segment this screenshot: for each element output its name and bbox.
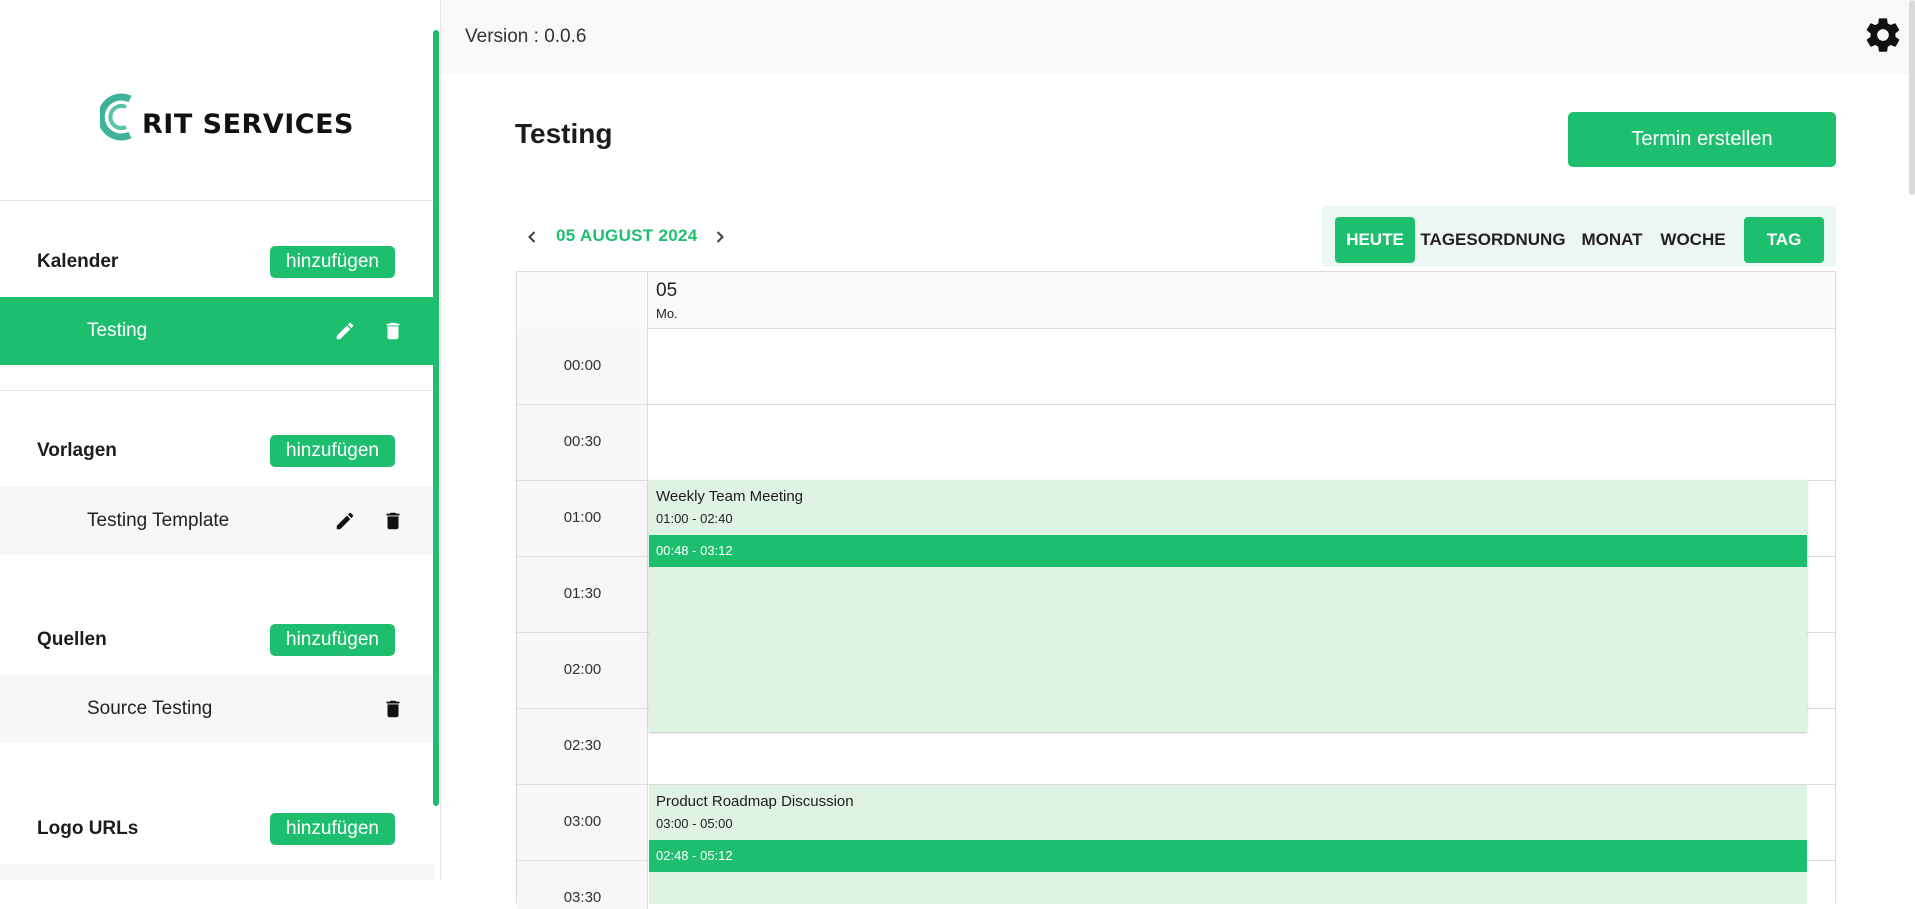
- view-monat-button[interactable]: MONAT: [1572, 217, 1652, 263]
- logo-text: RIT SERVICES: [142, 108, 354, 140]
- view-woche-button[interactable]: WOCHE: [1655, 217, 1731, 263]
- top-bar: [441, 0, 1915, 74]
- view-tag-button[interactable]: TAG: [1744, 217, 1824, 263]
- sidebar-border: [440, 0, 441, 880]
- page-title: Testing: [515, 118, 613, 149]
- add-template-button[interactable]: hinzufügen: [270, 435, 395, 467]
- view-heute-button[interactable]: HEUTE: [1335, 217, 1415, 263]
- event-title: Weekly Team Meeting: [656, 488, 804, 505]
- sidebar-item-label: Testing Template: [87, 510, 230, 531]
- section-kalender: Kalender hinzufügen: [0, 242, 434, 282]
- time-label: 00:00: [563, 357, 602, 374]
- day-header: 05 Mo.: [517, 272, 1835, 329]
- time-label: 03:30: [563, 889, 602, 906]
- current-date-label: 05 AUGUST 2024: [556, 226, 698, 245]
- sidebar-item-partial: [0, 864, 434, 880]
- event-time: 01:00 - 02:40: [656, 511, 733, 526]
- company-logo: RIT SERVICES: [100, 92, 354, 142]
- sidebar-item-testing-template[interactable]: Testing Template: [0, 487, 434, 555]
- sidebar: RIT SERVICES Kalender hinzufügen Testing…: [0, 0, 434, 880]
- sidebar-item-label: Source Testing: [87, 698, 213, 719]
- section-title: Kalender: [37, 251, 119, 272]
- event-buffer-time: 00:48 - 03:12: [656, 543, 733, 558]
- sidebar-item-testing[interactable]: Testing: [0, 297, 434, 365]
- calendar-event[interactable]: Product Roadmap Discussion 03:00 - 05:00…: [649, 785, 1807, 904]
- gear-icon[interactable]: [1863, 15, 1903, 55]
- slot-divider: [517, 404, 1835, 405]
- create-appointment-button[interactable]: Termin erstellen: [1568, 112, 1836, 167]
- section-logo-urls: Logo URLs hinzufügen: [0, 809, 434, 849]
- time-label: 01:30: [563, 585, 602, 602]
- day-calendar-grid: 05 Mo. 00:00 00:30 01:00 01:30 02:00 02:…: [516, 271, 1836, 909]
- time-label: 03:00: [563, 813, 602, 830]
- sidebar-item-label: Testing: [87, 320, 148, 341]
- section-quellen: Quellen hinzufügen: [0, 620, 434, 660]
- sidebar-scrollbar[interactable]: [433, 30, 439, 806]
- version-label: Version : 0.0.6: [465, 26, 587, 47]
- section-vorlagen: Vorlagen hinzufügen: [0, 431, 434, 471]
- event-title: Product Roadmap Discussion: [656, 793, 854, 810]
- divider: [0, 200, 434, 201]
- page-scrollbar[interactable]: [1909, 0, 1915, 195]
- chevron-left-icon[interactable]: [522, 226, 542, 248]
- trash-icon[interactable]: [382, 510, 404, 532]
- section-title: Logo URLs: [37, 818, 139, 839]
- time-gutter-header: [517, 272, 648, 329]
- event-buffer-bar[interactable]: 00:48 - 03:12: [649, 535, 1807, 567]
- pencil-icon[interactable]: [334, 510, 356, 532]
- day-number[interactable]: 05: [656, 280, 677, 302]
- divider: [0, 390, 434, 391]
- time-label: 01:00: [563, 509, 602, 526]
- trash-icon[interactable]: [382, 320, 404, 342]
- calendar-event[interactable]: Weekly Team Meeting 01:00 - 02:40 00:48 …: [649, 480, 1807, 732]
- event-buffer-bar[interactable]: 02:48 - 05:12: [649, 840, 1807, 872]
- add-source-button[interactable]: hinzufügen: [270, 624, 395, 656]
- add-logo-url-button[interactable]: hinzufügen: [270, 813, 395, 845]
- pencil-icon[interactable]: [334, 320, 356, 342]
- day-name: Mo.: [656, 306, 678, 321]
- chevron-right-icon[interactable]: [710, 226, 730, 248]
- sidebar-item-source-testing[interactable]: Source Testing: [0, 675, 434, 743]
- time-label: 00:30: [563, 433, 602, 450]
- event-time: 03:00 - 05:00: [656, 816, 733, 831]
- section-title: Vorlagen: [37, 440, 117, 461]
- view-switcher: HEUTE TAGESORDNUNG MONAT WOCHE TAG: [1322, 206, 1836, 267]
- time-label: 02:30: [563, 737, 602, 754]
- trash-icon[interactable]: [382, 698, 404, 720]
- section-title: Quellen: [37, 629, 107, 650]
- view-tagesordnung-button[interactable]: TAGESORDNUNG: [1418, 217, 1568, 263]
- event-buffer-time: 02:48 - 05:12: [656, 848, 733, 863]
- logo-mark-icon: [100, 93, 132, 141]
- add-calendar-button[interactable]: hinzufügen: [270, 246, 395, 278]
- time-label: 02:00: [563, 661, 602, 678]
